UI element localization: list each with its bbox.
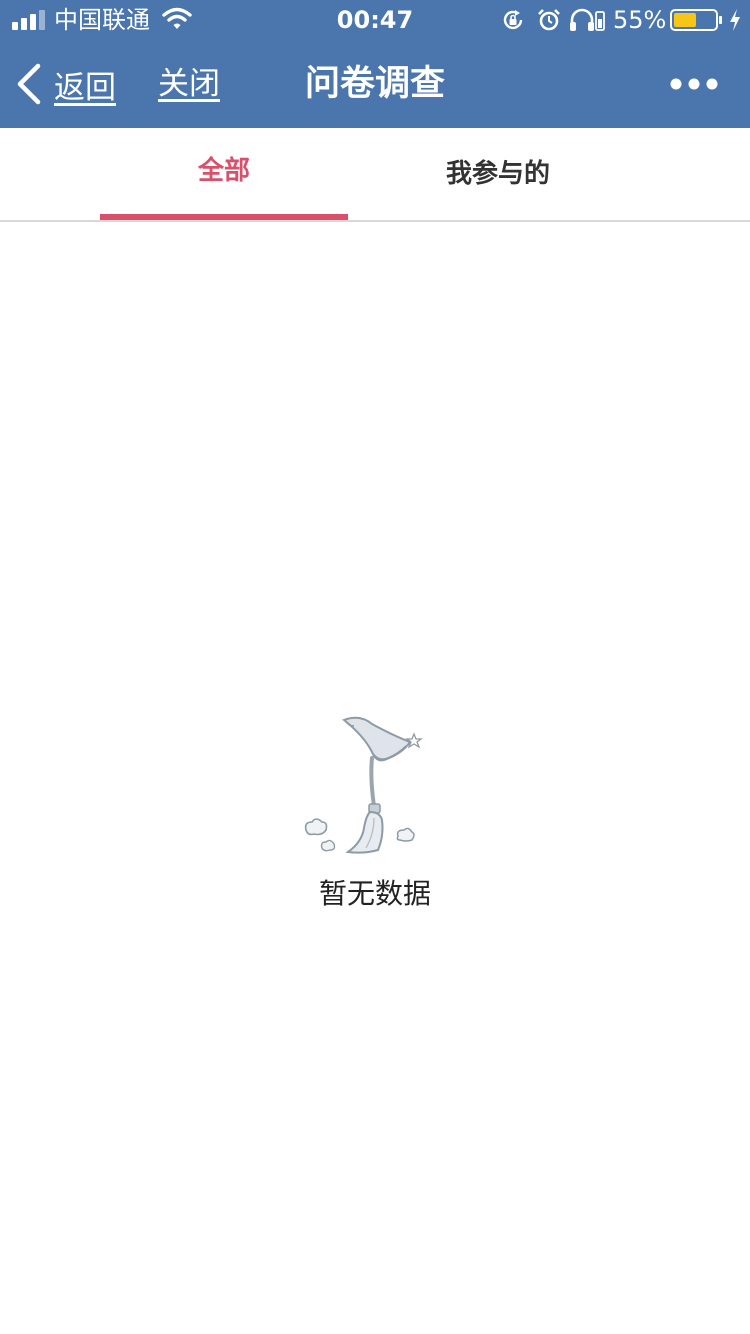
chevron-left-icon: [17, 63, 41, 105]
back-label: 返回: [54, 69, 116, 106]
survey-page: 中国联通 00:47 55% 返回 关闭 问卷调查 全部 我参与的 暂无数据: [0, 0, 750, 1334]
more-dots-icon[interactable]: [664, 66, 724, 102]
tab-bar: 全部 我参与的: [0, 128, 750, 222]
battery-icon: [670, 9, 722, 31]
close-button[interactable]: 关闭: [158, 60, 220, 108]
tab-participated[interactable]: 我参与的: [374, 128, 622, 220]
empty-message: 暂无数据: [318, 877, 431, 910]
empty-state: 暂无数据: [0, 700, 750, 930]
headphones-icon: [570, 8, 605, 31]
tab-participated-label: 我参与的: [445, 159, 550, 189]
status-bar: 中国联通 00:47 55%: [0, 0, 750, 40]
tab-all[interactable]: 全部: [100, 128, 348, 220]
alarm-icon: [538, 9, 560, 31]
nav-bar: 返回 关闭 问卷调查: [0, 40, 750, 128]
witch-hat-broom-icon: [304, 716, 423, 854]
battery-percent: 55%: [613, 6, 667, 34]
close-label: 关闭: [158, 66, 220, 102]
active-tab-indicator: [100, 214, 348, 220]
back-button[interactable]: 返回: [14, 60, 116, 108]
tab-all-label: 全部: [197, 156, 250, 186]
rotation-lock-icon: [503, 10, 523, 30]
charging-icon: [730, 9, 740, 31]
